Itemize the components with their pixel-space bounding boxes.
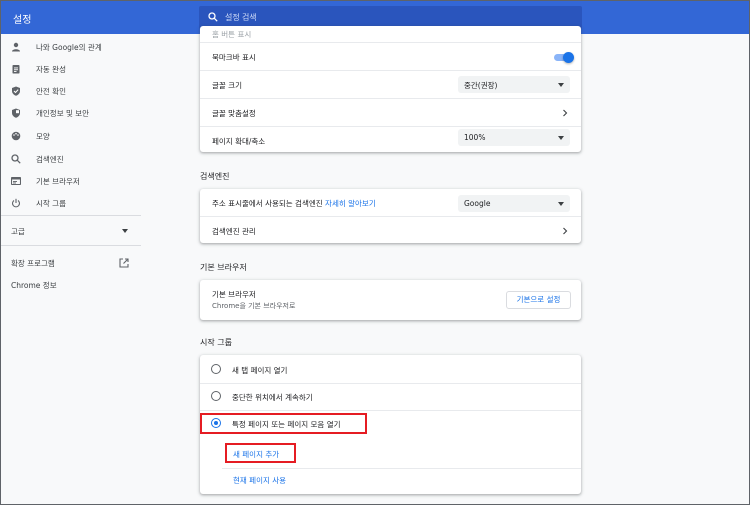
sidebar-item-privacy[interactable]: 개인정보 및 보안 [1, 103, 141, 123]
sidebar-item-label: 시작 그룹 [36, 198, 66, 208]
sidebar-extensions-label: 확장 프로그램 [11, 258, 55, 268]
sidebar-divider [1, 215, 141, 216]
search-icon [11, 154, 21, 164]
chevron-right-icon [563, 109, 568, 117]
sidebar-item-autofill[interactable]: 자동 완성 [1, 59, 141, 79]
power-icon [11, 198, 21, 208]
manage-search-engines-label: 검색엔진 관리 [212, 227, 256, 236]
search-engine-label-text: 주소 표시줄에서 사용되는 검색엔진 [212, 199, 323, 208]
sidebar-item-extensions[interactable]: 확장 프로그램 [1, 253, 141, 273]
sidebar-item-safety-check[interactable]: 안전 확인 [1, 81, 141, 101]
caret-down-icon [558, 83, 564, 87]
caret-down-icon [122, 229, 128, 233]
learn-more-link[interactable]: 자세히 알아보기 [325, 199, 376, 208]
home-button-row-label: 홈 버튼 표시 [212, 30, 252, 39]
sidebar-item-label: 검색엔진 [36, 154, 64, 164]
row-divider [222, 468, 581, 469]
sidebar-item-label: 자동 완성 [36, 64, 66, 74]
person-icon [12, 42, 20, 52]
browser-window-icon [11, 176, 21, 186]
sidebar-advanced-label: 고급 [11, 226, 25, 236]
search-engine-section-title: 검색엔진 [200, 172, 230, 181]
sidebar-divider [1, 245, 141, 246]
caret-down-icon [558, 136, 564, 140]
customize-fonts-row[interactable]: 글꼴 맞춤설정 [200, 98, 581, 126]
highlight-box-specific-pages [200, 413, 367, 434]
sidebar-item-appearance[interactable]: 모양 [1, 126, 141, 146]
sidebar-item-label: 개인정보 및 보안 [36, 108, 90, 118]
clipboard-icon [12, 65, 20, 74]
page-zoom-label: 페이지 확대/축소 [212, 137, 266, 146]
font-size-select[interactable]: 중간(권장) [458, 76, 570, 93]
sidebar-item-label: 안전 확인 [36, 86, 66, 96]
sidebar-item-about-chrome[interactable]: Chrome 정보 [1, 275, 141, 295]
sidebar-item-on-startup[interactable]: 시작 그룹 [1, 193, 141, 213]
sidebar-about-label: Chrome 정보 [11, 280, 57, 290]
page-zoom-value: 100% [464, 133, 486, 142]
highlight-box-add-page [225, 443, 296, 463]
default-browser-section-title: 기본 브라우저 [200, 263, 247, 272]
palette-icon [11, 131, 21, 141]
search-icon [208, 12, 218, 22]
startup-section-title: 시작 그룹 [200, 338, 232, 347]
row-divider [200, 383, 581, 384]
open-in-new-icon [119, 258, 129, 268]
bookmarks-bar-row[interactable]: 북마크바 표시 [200, 42, 581, 70]
sidebar-item-label: 나와 Google의 관계 [36, 42, 102, 52]
sidebar-item-label: 기본 브라우저 [36, 176, 80, 186]
font-size-label: 글꼴 크기 [212, 81, 242, 90]
shield-check-icon [12, 86, 20, 96]
search-engine-label: 주소 표시줄에서 사용되는 검색엔진 자세히 알아보기 [212, 198, 376, 209]
sidebar-item-label: 모양 [36, 131, 50, 141]
make-default-button[interactable]: 기본으로 설정 [506, 291, 571, 309]
caret-down-icon [558, 202, 564, 206]
sidebar-item-default-browser[interactable]: 기본 브라우저 [1, 171, 141, 191]
search-input[interactable] [225, 10, 565, 25]
page-zoom-select[interactable]: 100% [458, 129, 570, 146]
search-engine-select[interactable]: Google [458, 195, 570, 212]
manage-search-engines-row[interactable]: 검색엔진 관리 [200, 216, 581, 244]
use-current-pages-link[interactable]: 현재 페이지 사용 [233, 475, 286, 486]
row-divider [200, 410, 581, 411]
font-size-value: 중간(권장) [464, 81, 498, 90]
default-browser-label: 기본 브라우저 [212, 290, 256, 299]
startup-radio-continue[interactable] [211, 391, 221, 401]
sidebar-item-you-and-google[interactable]: 나와 Google의 관계 [1, 37, 141, 57]
bookmarks-bar-label: 북마크바 표시 [212, 53, 256, 62]
page-title: 설정 [13, 15, 32, 26]
customize-fonts-label: 글꼴 맞춤설정 [212, 109, 256, 118]
startup-option-label: 새 탭 페이지 열기 [232, 366, 288, 375]
default-browser-sublabel: Chrome을 기본 브라우저로 [212, 302, 296, 310]
chevron-right-icon [563, 227, 568, 235]
startup-radio-new-tab[interactable] [211, 364, 221, 374]
startup-option-label: 중단한 위치에서 계속하기 [232, 393, 313, 402]
toggle-knob [563, 52, 574, 63]
sidebar-item-search-engine[interactable]: 검색엔진 [1, 149, 141, 169]
shield-lock-icon [12, 108, 20, 118]
sidebar-item-advanced[interactable]: 고급 [1, 221, 141, 241]
search-engine-value: Google [464, 199, 491, 208]
